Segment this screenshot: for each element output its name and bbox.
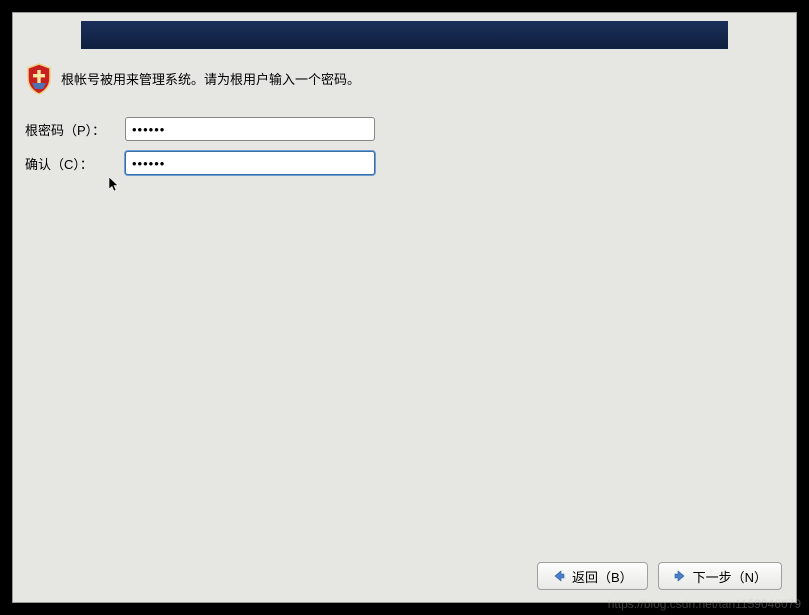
- cursor-pointer-icon: [109, 177, 121, 193]
- installer-window: 根帐号被用来管理系统。请为根用户输入一个密码。 根密码（P）： 确认（C）： 返…: [12, 12, 797, 603]
- shield-icon: [25, 63, 53, 95]
- back-button-label: 返回（B）: [572, 567, 633, 586]
- footer-buttons: 返回（B） 下一步（N）: [537, 562, 782, 590]
- confirm-row: 确认（C）：: [23, 151, 786, 175]
- instruction-row: 根帐号被用来管理系统。请为根用户输入一个密码。: [23, 63, 786, 95]
- root-password-input[interactable]: [125, 117, 375, 141]
- confirm-label: 确认（C）：: [25, 154, 125, 173]
- confirm-password-input[interactable]: [125, 151, 375, 175]
- arrow-left-icon: [552, 569, 566, 583]
- arrow-right-icon: [673, 569, 687, 583]
- header-bar: [81, 21, 728, 49]
- back-button[interactable]: 返回（B）: [537, 562, 648, 590]
- instruction-text: 根帐号被用来管理系统。请为根用户输入一个密码。: [61, 63, 360, 88]
- next-button-label: 下一步（N）: [693, 567, 767, 586]
- next-button[interactable]: 下一步（N）: [658, 562, 782, 590]
- password-row: 根密码（P）：: [23, 117, 786, 141]
- watermark-text: https://blog.csdn.net/tan1159046079: [608, 597, 801, 611]
- content-area: 根帐号被用来管理系统。请为根用户输入一个密码。 根密码（P）： 确认（C）：: [23, 63, 786, 185]
- password-label: 根密码（P）：: [25, 120, 125, 139]
